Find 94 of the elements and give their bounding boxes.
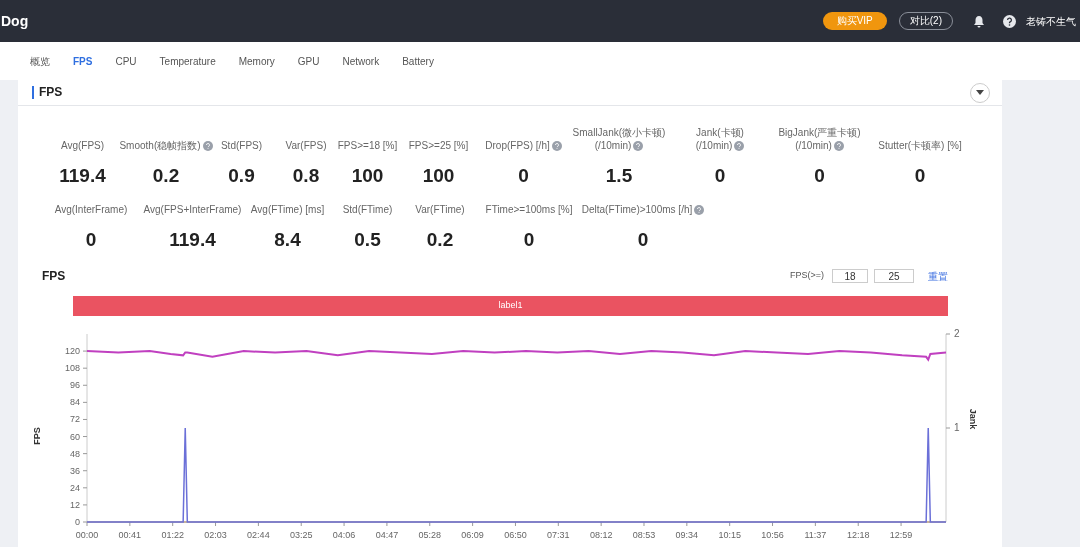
stat-value: 0.5 [354,228,381,252]
stat-label: Std(FTime) [342,203,393,216]
tab[interactable]: GPU [297,53,320,69]
stat-label: Avg(FTime) [ms] [250,203,325,216]
stat-value: 100 [351,164,384,188]
reset-link[interactable]: 重置 [928,268,948,284]
y-tick-label: 96 [70,380,80,391]
caret-icon [976,90,984,95]
x-tick-label: 08:53 [632,530,656,540]
stat-value: 0 [637,228,649,252]
stat-label: Jank(卡顿) [696,126,744,139]
right-axis-title: Jank [968,408,978,430]
y-axis-title: FPS [32,427,42,445]
stat-label: (/10min) [695,139,745,152]
x-tick-label: 02:03 [204,530,227,540]
stat-value: 0 [914,164,926,188]
stat-value: 0 [814,164,825,188]
x-tick-label: 00:00 [75,530,99,540]
stat-value: 8.4 [274,228,301,252]
x-tick-label: 09:34 [675,530,699,540]
threshold-field[interactable]: 25 [874,269,914,283]
x-tick-label: 00:41 [118,530,142,540]
x-tick-label: 03:25 [289,530,313,540]
stat-value: 0 [523,228,535,252]
stat-value: 0.8 [292,164,320,188]
x-tick-label: 07:31 [547,530,570,540]
x-tick-label: 04:06 [332,530,356,540]
stat-label: Delta(FTime)>100ms [/h] [581,203,705,216]
y-tick-label: 12 [70,499,80,510]
stat-label: Drop(FPS) [/h] [485,139,562,152]
y-tick-label: 48 [70,448,80,459]
stat-value: 119.4 [169,228,216,252]
y-tick-label: 60 [70,431,80,442]
stat-value: 0 [714,164,726,188]
y-tick-label: 72 [70,414,80,425]
stat-label: SmallJank(微小卡顿) [572,126,666,139]
tab[interactable]: FPS [73,53,93,69]
x-tick-label: 10:15 [718,530,741,540]
x-tick-label: 01:22 [161,530,184,540]
x-tick-label: 08:12 [589,530,613,540]
right-tick-label: 1 [954,422,960,433]
tab[interactable]: 概览 [30,53,50,69]
threshold-field[interactable]: 18 [832,269,868,283]
stat-label: Smooth(稳帧指数) [119,139,213,152]
user-name[interactable]: 老铸不生气 [1026,13,1080,29]
threshold-label: FPS(>=) [790,269,824,283]
stat-value: 100 [422,164,455,188]
y-tick-label: 120 [64,346,80,357]
stat-value: 0.2 [152,164,180,188]
right-tick-label: 2 [954,328,960,339]
x-tick-label: 04:47 [375,530,399,540]
section-title: FPS [32,86,63,99]
stat-label: FPS>=18 [%] [337,139,398,152]
help-icon[interactable] [1003,14,1016,28]
stat-label: Avg(InterFrame) [54,203,128,216]
stat-label: BigJank(严重卡顿) [778,126,861,139]
stat-label: FTime>=100ms [%] [485,203,573,216]
chart-title: FPS [42,268,66,285]
y-tick-label: 36 [70,465,80,476]
stat-label: (/10min) [594,139,644,152]
stat-value: 0.2 [426,228,454,252]
tab[interactable]: Temperature [159,53,216,69]
stat-label: Std(FPS) [220,139,263,152]
x-tick-label: 05:28 [418,530,442,540]
stat-value: 119.4 [59,164,106,188]
stat-value: 0.9 [228,164,255,188]
y-tick-label: 108 [64,363,80,374]
x-tick-label: 10:56 [761,530,784,540]
stat-label: Avg(FPS+InterFrame) [143,203,242,216]
tab[interactable]: Battery [402,53,434,69]
tab[interactable]: CPU [115,53,137,69]
tab[interactable]: Memory [238,53,275,69]
stat-label: (/10min) [795,139,844,152]
x-tick-label: 06:50 [504,530,527,540]
stat-label: Stutter(卡顿率) [%] [878,139,962,152]
bell-icon[interactable] [973,14,985,28]
logo: Dog [0,11,29,31]
x-tick-label: 12:18 [846,530,870,540]
stat-value: 0 [85,228,97,252]
x-tick-label: 06:09 [461,530,484,540]
stat-value: 1.5 [605,164,633,188]
stat-label: Avg(FPS) [60,139,105,152]
stat-label: Var(FPS) [285,139,327,152]
x-tick-label: 02:44 [247,530,270,540]
tab[interactable]: Network [342,53,380,69]
y-tick-label: 0 [75,517,80,527]
y-tick-label: 84 [70,397,80,408]
stat-label: Var(FTime) [415,203,465,216]
x-tick-label: 12:59 [889,530,913,540]
label-bar: label1 [73,296,948,316]
stat-value: 0 [518,164,529,188]
y-tick-label: 24 [70,482,80,493]
x-tick-label: 11:37 [804,530,827,540]
stat-label: FPS>=25 [%] [408,139,469,152]
